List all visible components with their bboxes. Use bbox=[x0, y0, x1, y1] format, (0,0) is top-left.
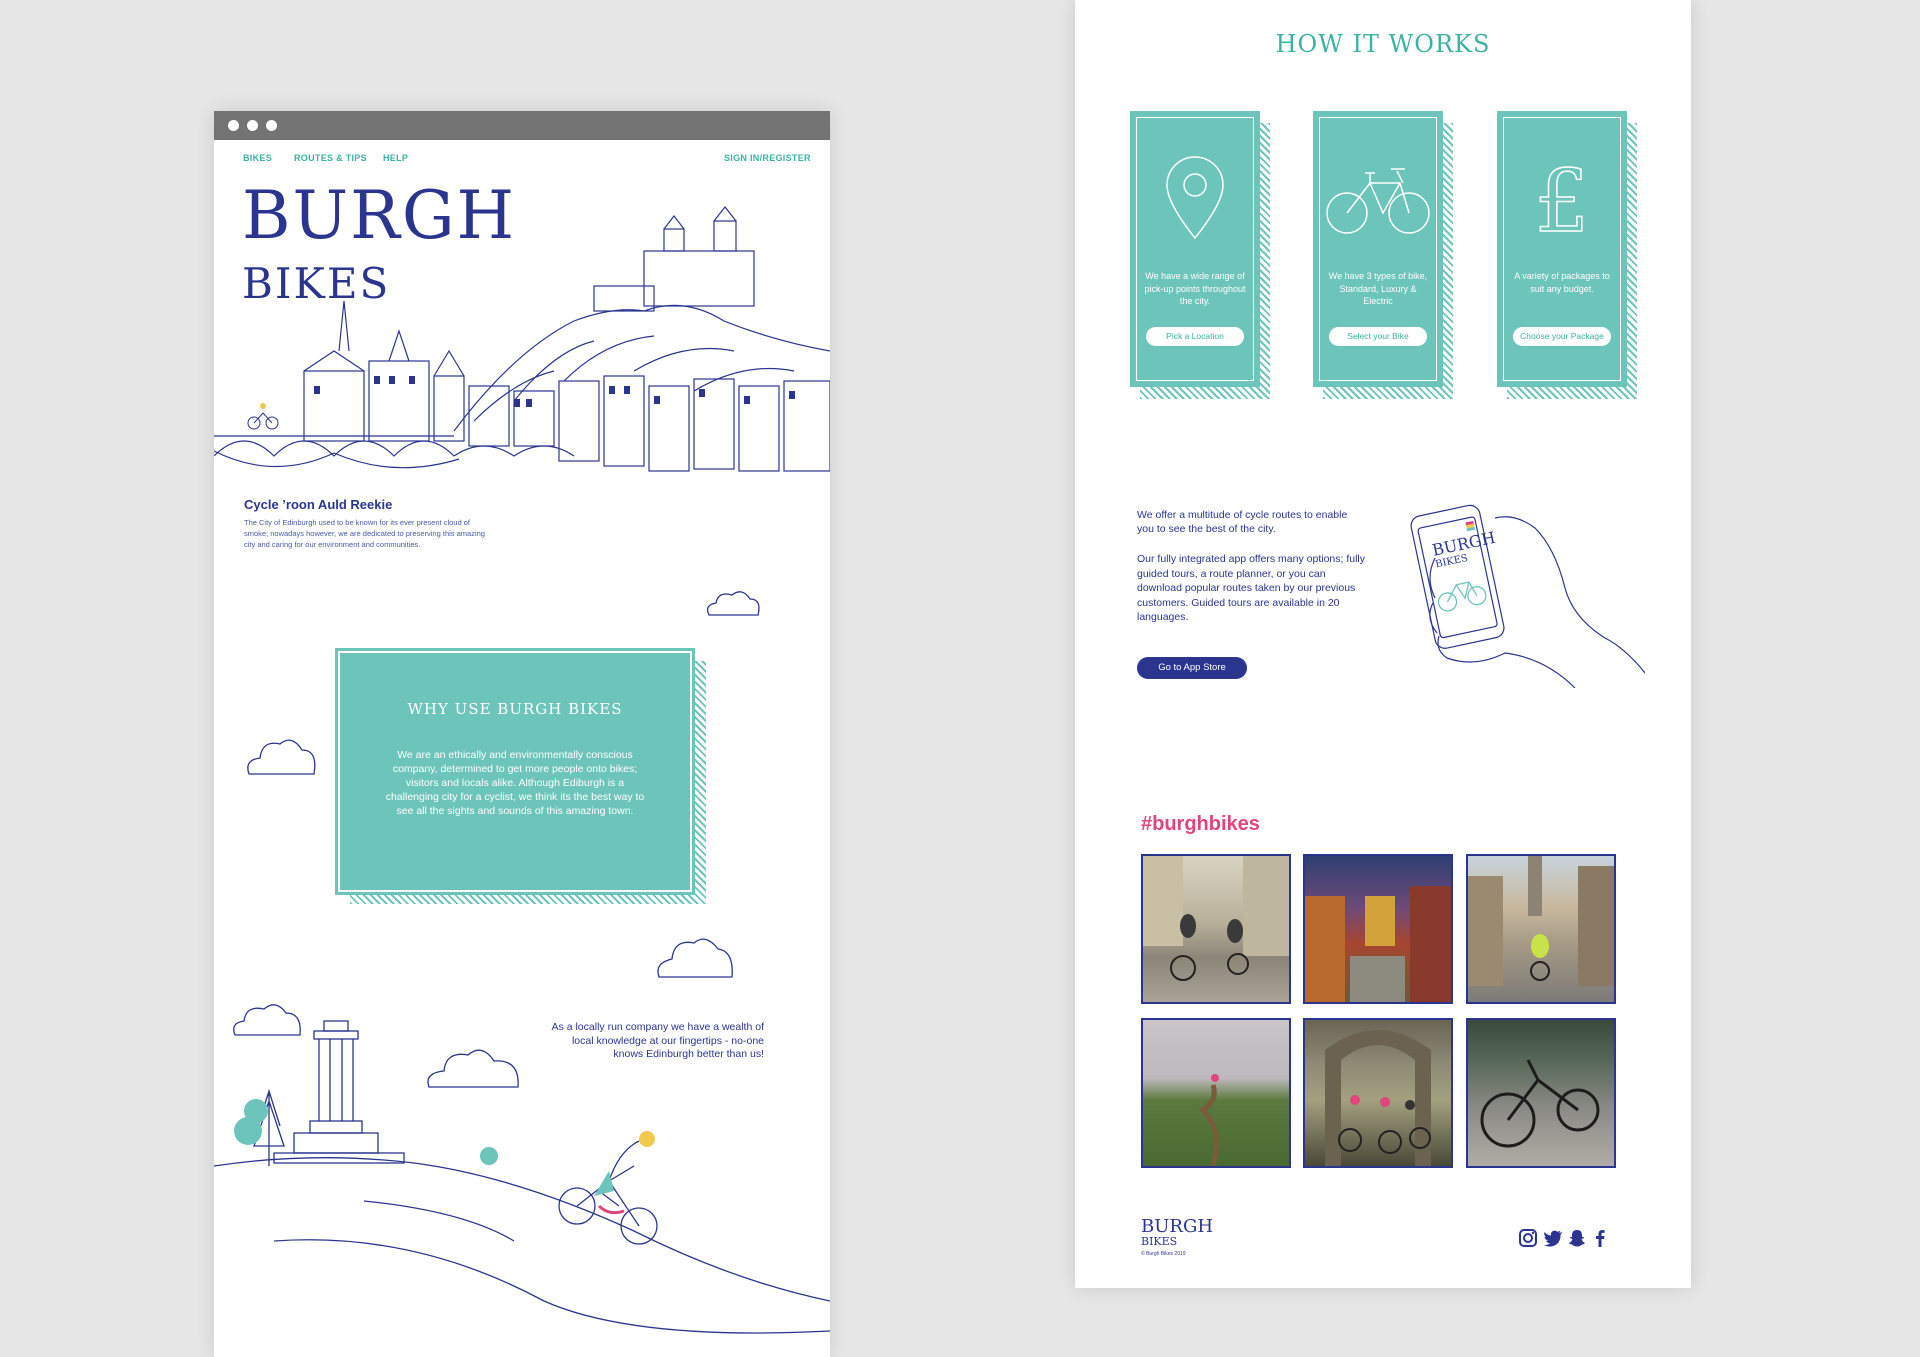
footer-logo-bikes[interactable]: BIKES bbox=[1141, 1236, 1177, 1248]
cloud-icon bbox=[247, 739, 316, 775]
pound-icon: £ bbox=[1534, 153, 1590, 243]
footer-logo-burgh[interactable]: BURGH bbox=[1141, 1218, 1213, 1236]
window-dot-icon bbox=[266, 120, 277, 131]
bicycle-icon bbox=[1326, 168, 1430, 234]
cloud-icon bbox=[657, 938, 733, 978]
snapchat-icon[interactable] bbox=[1567, 1228, 1587, 1248]
photo-colorful-street[interactable] bbox=[1303, 854, 1453, 1004]
nav-bikes[interactable]: BIKES bbox=[243, 153, 272, 163]
intro-heading: Cycle ’roon Auld Reekie bbox=[244, 497, 393, 512]
hashtag-heading: #burghbikes bbox=[1141, 813, 1260, 835]
copyright-text: © Burgh Bikes 2019 bbox=[1141, 1251, 1186, 1257]
window-dot-icon bbox=[228, 120, 239, 131]
how-it-works-title: HOW IT WORKS bbox=[1275, 30, 1491, 58]
photo-hill-trail[interactable] bbox=[1141, 1018, 1291, 1168]
app-store-button[interactable]: Go to App Store bbox=[1137, 657, 1247, 679]
edinburgh-skyline-illustration bbox=[214, 206, 830, 472]
facebook-icon[interactable] bbox=[1590, 1228, 1610, 1248]
card-face: £ A variety of packages to suit any budg… bbox=[1497, 111, 1627, 387]
why-body: We are an ethically and environmentally … bbox=[385, 749, 645, 817]
intro-body: The City of Edinburgh used to be known f… bbox=[244, 518, 485, 549]
photo-cyclist-road[interactable] bbox=[1466, 854, 1616, 1004]
svg-text:£: £ bbox=[1535, 153, 1590, 243]
cloud-icon bbox=[706, 591, 760, 616]
card-package: £ A variety of packages to suit any budg… bbox=[1497, 111, 1637, 399]
card-location: We have a wide range of pick-up points t… bbox=[1130, 111, 1270, 399]
select-bike-button[interactable]: Select your Bike bbox=[1329, 327, 1427, 346]
photo-group-cyclists[interactable] bbox=[1303, 1018, 1453, 1168]
card-bike: We have 3 types of bike, Standard, Luxur… bbox=[1313, 111, 1453, 399]
instagram-icon[interactable] bbox=[1518, 1228, 1538, 1248]
routes-app-text: Our fully integrated app offers many opt… bbox=[1137, 553, 1366, 623]
pick-location-button[interactable]: Pick a Location bbox=[1146, 327, 1244, 346]
how-it-works-mockup: HOW IT WORKS We have a wide range of pic… bbox=[1075, 0, 1691, 1288]
location-pin-icon bbox=[1166, 156, 1224, 240]
nav-help[interactable]: HELP bbox=[383, 153, 408, 163]
why-title: WHY USE BURGH BIKES bbox=[407, 700, 623, 718]
routes-intro: We offer a multitude of cycle routes to … bbox=[1137, 509, 1348, 535]
card-face: We have 3 types of bike, Standard, Luxur… bbox=[1313, 111, 1443, 387]
card-text: We have 3 types of bike, Standard, Luxur… bbox=[1328, 271, 1428, 306]
phone-in-hand-illustration: BURGH BIKES bbox=[1410, 504, 1645, 688]
card-text: We have a wide range of pick-up points t… bbox=[1144, 271, 1246, 306]
browser-titlebar bbox=[214, 111, 830, 140]
card-face: We have a wide range of pick-up points t… bbox=[1130, 111, 1260, 387]
photo-parked-bikes[interactable] bbox=[1466, 1018, 1616, 1168]
monument-hill-illustration bbox=[214, 1020, 830, 1334]
homepage-mockup: BIKES ROUTES & TIPS HELP SIGN IN/REGISTE… bbox=[214, 111, 830, 1357]
nav-routes-tips[interactable]: ROUTES & TIPS bbox=[294, 153, 367, 163]
choose-package-button[interactable]: Choose your Package bbox=[1513, 327, 1611, 346]
window-dot-icon bbox=[247, 120, 258, 131]
card-text: A variety of packages to suit any budget… bbox=[1514, 271, 1610, 294]
twitter-icon[interactable] bbox=[1543, 1228, 1563, 1248]
why-box: WHY USE BURGH BIKES We are an ethically … bbox=[335, 648, 695, 895]
photo-cyclists-street[interactable] bbox=[1141, 854, 1291, 1004]
nav-signin[interactable]: SIGN IN/REGISTER bbox=[724, 153, 811, 163]
